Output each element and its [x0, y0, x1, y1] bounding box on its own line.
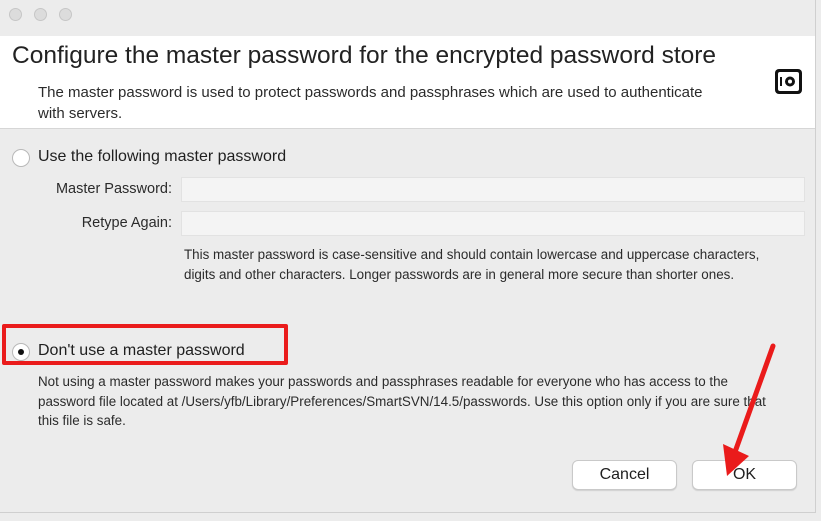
annotation-arrow: [723, 343, 776, 476]
safe-icon: [775, 69, 802, 94]
zoom-window-icon[interactable]: [59, 8, 72, 21]
title-bar: [0, 0, 815, 36]
retype-password-field[interactable]: [181, 211, 805, 236]
master-password-label: Master Password:: [55, 181, 172, 197]
dialog-header: Configure the master password for the en…: [0, 36, 815, 129]
cancel-button[interactable]: Cancel: [572, 460, 677, 490]
no-master-password-hint: Not using a master password makes your p…: [38, 374, 766, 428]
dialog-title: Configure the master password for the en…: [12, 42, 717, 69]
close-window-icon[interactable]: [9, 8, 22, 21]
use-master-password-radio[interactable]: [12, 149, 30, 167]
annotation-highlight-box: [2, 324, 288, 365]
dialog-window: Configure the master password for the en…: [0, 0, 816, 513]
use-master-password-label[interactable]: Use the following master password: [38, 148, 286, 166]
master-password-hint: This master password is case-sensitive a…: [184, 247, 760, 282]
minimize-window-icon[interactable]: [34, 8, 47, 21]
dialog-description: The master password is used to protect p…: [38, 84, 703, 122]
retype-password-label: Retype Again:: [81, 215, 172, 231]
master-password-field[interactable]: [181, 177, 805, 202]
